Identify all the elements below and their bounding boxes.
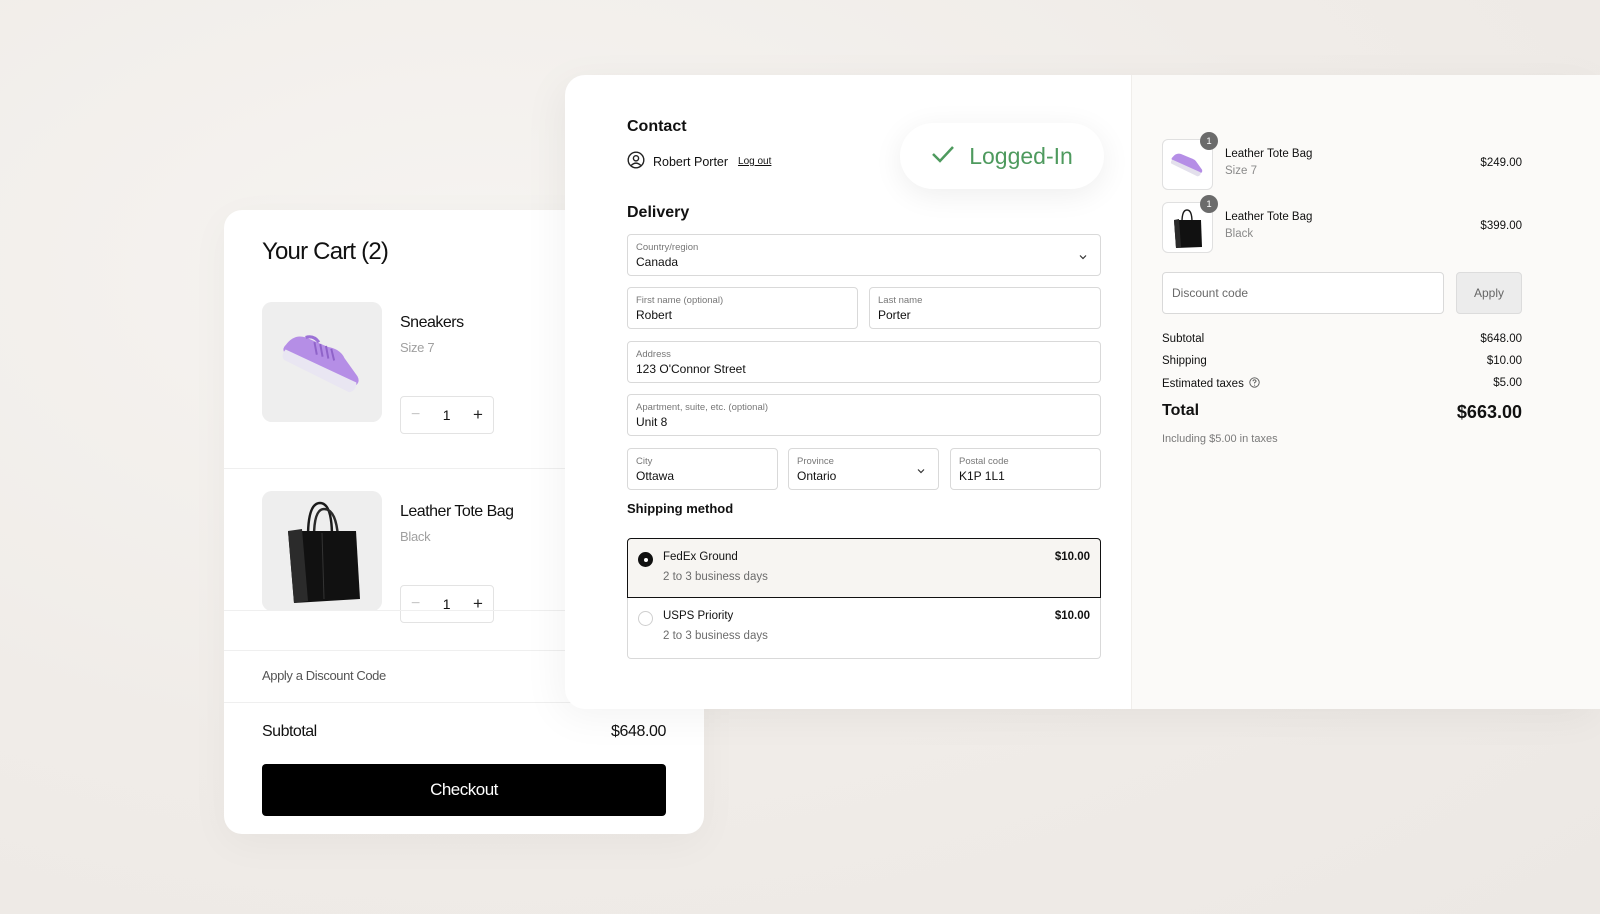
summary-item-variant: Size 7 — [1225, 165, 1257, 177]
delivery-heading: Delivery — [627, 204, 690, 221]
first-name-field[interactable]: First name (optional) Robert — [627, 287, 858, 329]
checkout-button[interactable]: Checkout — [262, 764, 666, 816]
summary-subtotal-value: $648.00 — [1480, 333, 1522, 345]
summary-shipping-label: Shipping — [1162, 355, 1207, 367]
summary-item-price: $249.00 — [1480, 157, 1522, 169]
chevron-down-icon — [1078, 249, 1088, 267]
field-value: Unit 8 — [636, 415, 668, 429]
shipping-option-usps[interactable]: USPS Priority 2 to 3 business days $10.0… — [627, 598, 1101, 659]
cart-item-name: Sneakers — [400, 314, 464, 331]
field-label: Last name — [878, 295, 923, 306]
summary-subtotal-label: Subtotal — [1162, 333, 1205, 345]
summary-taxes-value: $5.00 — [1493, 377, 1522, 389]
summary-taxes-label: Estimated taxes — [1162, 378, 1244, 390]
country-select[interactable]: Country/region Canada — [627, 234, 1101, 276]
cart-item-variant: Black — [400, 529, 431, 544]
checkout-panel: Contact Robert Porter Log out Logged-In … — [565, 75, 1600, 709]
last-name-field[interactable]: Last name Porter — [869, 287, 1101, 329]
summary-shipping-row: Shipping $10.00 — [1162, 355, 1522, 367]
summary-item-name: Leather Tote Bag — [1225, 148, 1313, 160]
field-label: Country/region — [636, 242, 699, 253]
logged-in-badge: Logged-In — [900, 123, 1104, 189]
purple-sneaker-thumbnail: 1 — [1162, 132, 1218, 190]
apply-discount-button[interactable]: Apply — [1456, 272, 1522, 314]
apply-discount-link[interactable]: Apply a Discount Code — [262, 668, 386, 683]
cart-subtotal-value: $648.00 — [610, 723, 666, 740]
help-icon[interactable] — [1249, 377, 1260, 391]
summary-line-item: 1 Leather Tote Bag Size 7 $249.00 — [1162, 132, 1522, 191]
summary-item-price: $399.00 — [1480, 220, 1522, 232]
field-value: Porter — [878, 308, 911, 322]
summary-shipping-value: $10.00 — [1486, 355, 1522, 367]
quantity-stepper: − 1 + — [400, 396, 494, 434]
field-label: Postal code — [959, 456, 1009, 467]
summary-taxes-row: Estimated taxes $5.00 — [1162, 377, 1522, 391]
postal-code-field[interactable]: Postal code K1P 1L1 — [950, 448, 1101, 490]
field-value: Ottawa — [636, 469, 675, 483]
discount-code-input[interactable] — [1162, 272, 1444, 314]
radio-selected[interactable] — [638, 552, 653, 567]
radio-unselected[interactable] — [638, 611, 653, 626]
summary-line-item: 1 Leather Tote Bag Black $399.00 — [1162, 195, 1522, 254]
checkmark-icon — [931, 143, 955, 170]
quantity-stepper: − 1 + — [400, 585, 494, 623]
cart-title: Your Cart (2) — [262, 238, 389, 265]
summary-total-label: Total — [1162, 402, 1200, 419]
quantity-badge: 1 — [1200, 132, 1218, 150]
user-icon — [627, 151, 645, 172]
user-name: Robert Porter — [653, 154, 729, 169]
contact-row: Robert Porter Log out — [627, 151, 771, 172]
quantity-badge: 1 — [1200, 195, 1218, 213]
shipping-option-price: $10.00 — [1054, 551, 1090, 563]
shipping-option-name: FedEx Ground — [663, 551, 738, 563]
summary-item-variant: Black — [1225, 228, 1254, 240]
shipping-option-price: $10.00 — [1054, 610, 1090, 622]
summary-total-value: $663.00 — [1456, 402, 1522, 422]
black-tote-bag-image — [262, 491, 382, 611]
province-select[interactable]: Province Ontario — [788, 448, 939, 490]
field-value: Canada — [636, 255, 679, 269]
summary-total-row: Total $663.00 — [1162, 402, 1522, 422]
contact-heading: Contact — [627, 118, 687, 135]
logged-in-label: Logged-In — [969, 142, 1073, 169]
shipping-option-name: USPS Priority — [663, 610, 734, 622]
logout-link[interactable]: Log out — [738, 156, 771, 167]
field-value: Ontario — [797, 469, 837, 483]
cart-item-variant: Size 7 — [400, 340, 435, 355]
shipping-method-heading: Shipping method — [627, 501, 734, 516]
field-label: Apartment, suite, etc. (optional) — [636, 402, 769, 413]
shipping-option-fedex[interactable]: FedEx Ground 2 to 3 business days $10.00 — [627, 538, 1101, 598]
field-label: City — [636, 456, 653, 467]
tax-note: Including $5.00 in taxes — [1162, 433, 1278, 445]
apartment-field[interactable]: Apartment, suite, etc. (optional) Unit 8 — [627, 394, 1101, 436]
field-label: Province — [797, 456, 834, 467]
field-value: K1P 1L1 — [959, 469, 1005, 483]
shipping-option-days: 2 to 3 business days — [663, 630, 768, 642]
shipping-option-days: 2 to 3 business days — [663, 571, 768, 583]
field-label: First name (optional) — [636, 295, 724, 306]
cart-subtotal-label: Subtotal — [262, 723, 317, 740]
cart-item-name: Leather Tote Bag — [400, 503, 514, 520]
field-value: 123 O'Connor Street — [636, 362, 746, 376]
summary-item-name: Leather Tote Bag — [1225, 211, 1313, 223]
address-field[interactable]: Address 123 O'Connor Street — [627, 341, 1101, 383]
field-value: Robert — [636, 308, 673, 322]
black-tote-bag-thumbnail: 1 — [1162, 195, 1218, 253]
quantity-value: 1 — [442, 407, 451, 423]
decrease-quantity-button[interactable]: − — [411, 406, 420, 424]
increase-quantity-button[interactable]: + — [473, 594, 483, 614]
city-field[interactable]: City Ottawa — [627, 448, 778, 490]
chevron-down-icon — [916, 463, 926, 481]
summary-subtotal-row: Subtotal $648.00 — [1162, 333, 1522, 345]
field-label: Address — [636, 349, 671, 360]
purple-sneaker-image — [262, 302, 382, 422]
increase-quantity-button[interactable]: + — [473, 405, 483, 425]
